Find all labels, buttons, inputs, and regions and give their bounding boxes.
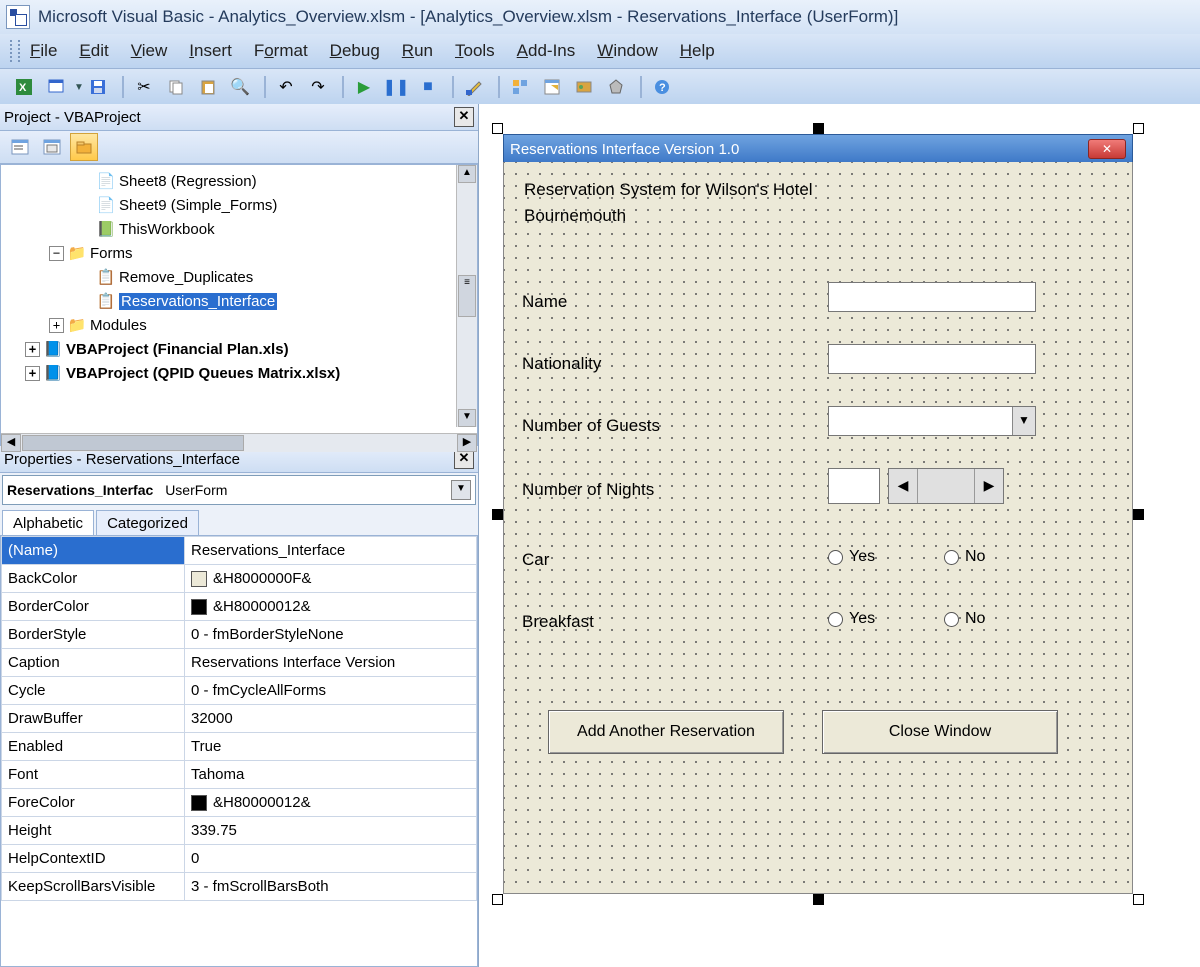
tree-node-qpid[interactable]: +📘VBAProject (QPID Queues Matrix.xlsx)	[1, 361, 477, 385]
menu-debug[interactable]: Debug	[330, 41, 380, 61]
insert-dropdown[interactable]: ▼	[74, 82, 84, 93]
userform-titlebar[interactable]: Reservations Interface Version 1.0 ✕	[503, 134, 1133, 164]
copy-button[interactable]	[162, 73, 190, 101]
tree-node-remove-duplicates[interactable]: 📋Remove_Duplicates	[1, 265, 477, 289]
window-title: Microsoft Visual Basic - Analytics_Overv…	[38, 7, 898, 27]
undo-button[interactable]: ↶	[272, 73, 300, 101]
title-bar[interactable]: Microsoft Visual Basic - Analytics_Overv…	[0, 0, 1200, 34]
add-reservation-button[interactable]: Add Another Reservation	[548, 710, 784, 754]
properties-button[interactable]	[538, 73, 566, 101]
project-explorer-label: Project - VBAProject	[4, 109, 141, 126]
cut-button[interactable]: ✂	[130, 73, 158, 101]
properties-close[interactable]: ✕	[454, 449, 474, 469]
label-car: Car	[522, 550, 549, 570]
heading-line1: Reservation System for Wilson's Hotel	[524, 180, 813, 200]
project-explorer-close[interactable]: ✕	[454, 107, 474, 127]
userform[interactable]: Reservations Interface Version 1.0 ✕ Res…	[503, 134, 1133, 894]
menu-grip[interactable]	[10, 40, 20, 62]
label-guests: Number of Guests	[522, 416, 660, 436]
label-breakfast: Breakfast	[522, 612, 594, 632]
guests-combobox[interactable]: ▼	[828, 406, 1036, 436]
tab-categorized[interactable]: Categorized	[96, 510, 199, 536]
menu-run[interactable]: Run	[402, 41, 433, 61]
label-name: Name	[522, 292, 567, 312]
nationality-input[interactable]	[828, 344, 1036, 374]
menu-file[interactable]: File	[30, 41, 57, 61]
breakfast-yes-radio[interactable]: Yes	[828, 610, 875, 628]
toggle-folders-button[interactable]	[70, 133, 98, 161]
label-nights: Number of Nights	[522, 480, 654, 500]
tree-hscroll[interactable]: ◀▶	[1, 433, 477, 452]
car-yes-radio[interactable]: Yes	[828, 548, 875, 566]
nights-scrollbar[interactable]: ◀▶	[828, 468, 1004, 504]
tree-node-modules[interactable]: +📁Modules	[1, 313, 477, 337]
label-nationality: Nationality	[522, 354, 601, 374]
menu-format[interactable]: Format	[254, 41, 308, 61]
userform-close-button[interactable]: ✕	[1088, 139, 1126, 159]
tree-node-sheet9[interactable]: 📄Sheet9 (Simple_Forms)	[1, 193, 477, 217]
tree-vscroll[interactable]: ▲≡▼	[456, 165, 477, 427]
tree-node-thisworkbook[interactable]: 📗ThisWorkbook	[1, 217, 477, 241]
properties-label: Properties - Reservations_Interface	[4, 451, 240, 468]
menu-edit[interactable]: Edit	[79, 41, 108, 61]
help-button[interactable]: ?	[648, 73, 676, 101]
menu-bar: File Edit View Insert Format Debug Run T…	[0, 34, 1200, 69]
tree-node-sheet8[interactable]: 📄Sheet8 (Regression)	[1, 169, 477, 193]
menu-help[interactable]: Help	[680, 41, 715, 61]
save-button[interactable]	[84, 73, 112, 101]
form-designer[interactable]: Reservations Interface Version 1.0 ✕ Res…	[479, 104, 1200, 967]
tree-node-reservations-interface[interactable]: 📋Reservations_Interface	[1, 289, 477, 313]
chevron-down-icon: ▼	[1012, 407, 1035, 435]
project-tree[interactable]: 📄Sheet8 (Regression) 📄Sheet9 (Simple_For…	[0, 164, 478, 446]
userform-caption: Reservations Interface Version 1.0	[510, 141, 739, 158]
excel-icon[interactable]: X	[10, 73, 38, 101]
find-button[interactable]: 🔍	[226, 73, 254, 101]
view-object-button[interactable]	[38, 133, 66, 161]
project-explorer-toolbar	[0, 131, 478, 164]
svg-text:?: ?	[659, 82, 666, 94]
property-grid[interactable]: (Name)Reservations_InterfaceBackColor&H8…	[0, 535, 478, 967]
svg-text:X: X	[19, 82, 27, 94]
project-explorer-button[interactable]	[506, 73, 534, 101]
car-no-radio[interactable]: No	[944, 548, 985, 566]
app-icon	[6, 5, 30, 29]
design-mode-button[interactable]	[460, 73, 488, 101]
view-code-button[interactable]	[6, 133, 34, 161]
tab-alphabetic[interactable]: Alphabetic	[2, 510, 94, 536]
insert-userform-button[interactable]	[42, 73, 70, 101]
menu-view[interactable]: View	[131, 41, 168, 61]
close-window-button[interactable]: Close Window	[822, 710, 1058, 754]
heading-line2: Bournemouth	[524, 206, 626, 226]
menu-insert[interactable]: Insert	[189, 41, 232, 61]
object-browser-button[interactable]	[570, 73, 598, 101]
toolbox-button[interactable]	[602, 73, 630, 101]
project-explorer-title: Project - VBAProject ✕	[0, 104, 478, 131]
run-button[interactable]: ▶	[350, 73, 378, 101]
menu-addins[interactable]: Add-Ins	[517, 41, 576, 61]
object-selector[interactable]: Reservations_Interfac UserForm ▼	[2, 475, 476, 505]
redo-button[interactable]: ↷	[304, 73, 332, 101]
tree-node-financial-plan[interactable]: +📘VBAProject (Financial Plan.xls)	[1, 337, 477, 361]
breakfast-no-radio[interactable]: No	[944, 610, 985, 628]
standard-toolbar: X ▼ ✂ 🔍 ↶ ↷ ▶ ❚❚ ■ ?	[0, 69, 1200, 106]
name-input[interactable]	[828, 282, 1036, 312]
reset-button[interactable]: ■	[414, 73, 442, 101]
menu-window[interactable]: Window	[597, 41, 657, 61]
paste-button[interactable]	[194, 73, 222, 101]
menu-tools[interactable]: Tools	[455, 41, 495, 61]
tree-node-forms[interactable]: −📁Forms	[1, 241, 477, 265]
vbe-window: Microsoft Visual Basic - Analytics_Overv…	[0, 0, 1200, 967]
break-button[interactable]: ❚❚	[382, 73, 410, 101]
chevron-down-icon: ▼	[451, 480, 471, 500]
